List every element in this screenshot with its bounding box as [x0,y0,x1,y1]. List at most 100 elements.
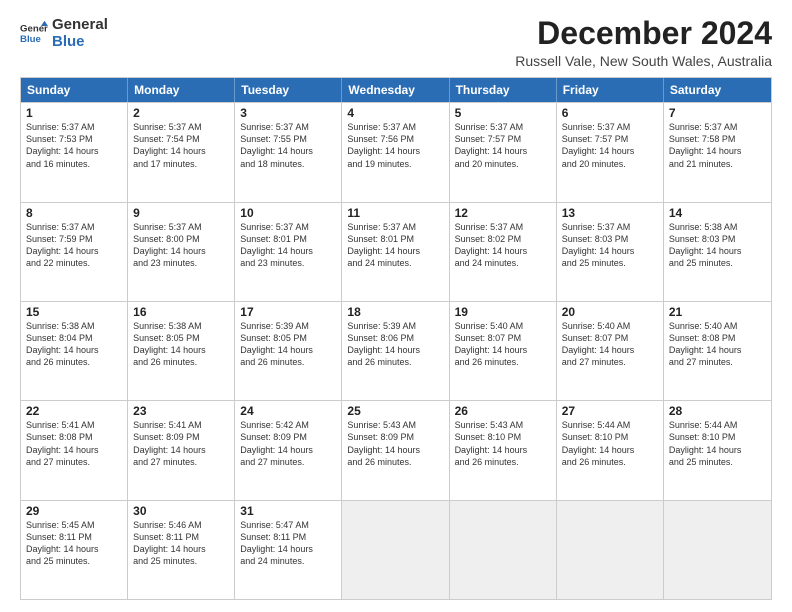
header-tuesday: Tuesday [235,78,342,102]
cell-dec17: 17 Sunrise: 5:39 AMSunset: 8:05 PMDaylig… [235,302,342,400]
cell-text: Sunrise: 5:37 AMSunset: 8:02 PMDaylight:… [455,221,551,270]
calendar-body: 1 Sunrise: 5:37 AMSunset: 7:53 PMDayligh… [21,102,771,599]
cell-text: Sunrise: 5:38 AMSunset: 8:05 PMDaylight:… [133,320,229,369]
cell-dec6: 6 Sunrise: 5:37 AMSunset: 7:57 PMDayligh… [557,103,664,201]
logo-icon: General Blue [20,19,48,47]
day-num: 24 [240,404,336,418]
day-num: 23 [133,404,229,418]
cell-dec10: 10 Sunrise: 5:37 AMSunset: 8:01 PMDaylig… [235,203,342,301]
cell-empty-2 [450,501,557,599]
calendar-header: Sunday Monday Tuesday Wednesday Thursday… [21,78,771,102]
cell-dec9: 9 Sunrise: 5:37 AMSunset: 8:00 PMDayligh… [128,203,235,301]
cell-text: Sunrise: 5:40 AMSunset: 8:07 PMDaylight:… [455,320,551,369]
cell-dec26: 26 Sunrise: 5:43 AMSunset: 8:10 PMDaylig… [450,401,557,499]
cell-dec19: 19 Sunrise: 5:40 AMSunset: 8:07 PMDaylig… [450,302,557,400]
cell-text: Sunrise: 5:41 AMSunset: 8:09 PMDaylight:… [133,419,229,468]
cell-text: Sunrise: 5:39 AMSunset: 8:06 PMDaylight:… [347,320,443,369]
cell-dec5: 5 Sunrise: 5:37 AMSunset: 7:57 PMDayligh… [450,103,557,201]
calendar: Sunday Monday Tuesday Wednesday Thursday… [20,77,772,600]
cell-text: Sunrise: 5:38 AMSunset: 8:04 PMDaylight:… [26,320,122,369]
cell-text: Sunrise: 5:39 AMSunset: 8:05 PMDaylight:… [240,320,336,369]
cell-text: Sunrise: 5:37 AMSunset: 8:01 PMDaylight:… [347,221,443,270]
day-num: 22 [26,404,122,418]
cell-text: Sunrise: 5:43 AMSunset: 8:09 PMDaylight:… [347,419,443,468]
cell-text: Sunrise: 5:46 AMSunset: 8:11 PMDaylight:… [133,519,229,568]
cell-text: Sunrise: 5:37 AMSunset: 7:57 PMDaylight:… [455,121,551,170]
day-num: 29 [26,504,122,518]
cell-dec25: 25 Sunrise: 5:43 AMSunset: 8:09 PMDaylig… [342,401,449,499]
cell-dec3: 3 Sunrise: 5:37 AMSunset: 7:55 PMDayligh… [235,103,342,201]
header-saturday: Saturday [664,78,771,102]
cell-text: Sunrise: 5:37 AMSunset: 8:00 PMDaylight:… [133,221,229,270]
cell-dec13: 13 Sunrise: 5:37 AMSunset: 8:03 PMDaylig… [557,203,664,301]
cell-dec22: 22 Sunrise: 5:41 AMSunset: 8:08 PMDaylig… [21,401,128,499]
cell-dec15: 15 Sunrise: 5:38 AMSunset: 8:04 PMDaylig… [21,302,128,400]
day-num: 6 [562,106,658,120]
day-num: 1 [26,106,122,120]
cal-row-3: 15 Sunrise: 5:38 AMSunset: 8:04 PMDaylig… [21,301,771,400]
month-title: December 2024 [515,16,772,51]
cell-dec7: 7 Sunrise: 5:37 AMSunset: 7:58 PMDayligh… [664,103,771,201]
cell-dec18: 18 Sunrise: 5:39 AMSunset: 8:06 PMDaylig… [342,302,449,400]
cell-dec16: 16 Sunrise: 5:38 AMSunset: 8:05 PMDaylig… [128,302,235,400]
day-num: 10 [240,206,336,220]
logo: General Blue General Blue [20,16,108,51]
day-num: 13 [562,206,658,220]
day-num: 18 [347,305,443,319]
cell-dec1: 1 Sunrise: 5:37 AMSunset: 7:53 PMDayligh… [21,103,128,201]
page: General Blue General Blue December 2024 … [0,0,792,612]
cell-text: Sunrise: 5:37 AMSunset: 7:56 PMDaylight:… [347,121,443,170]
day-num: 27 [562,404,658,418]
day-num: 12 [455,206,551,220]
day-num: 7 [669,106,766,120]
day-num: 31 [240,504,336,518]
cell-dec24: 24 Sunrise: 5:42 AMSunset: 8:09 PMDaylig… [235,401,342,499]
cell-dec8: 8 Sunrise: 5:37 AMSunset: 7:59 PMDayligh… [21,203,128,301]
cell-text: Sunrise: 5:45 AMSunset: 8:11 PMDaylight:… [26,519,122,568]
cell-dec12: 12 Sunrise: 5:37 AMSunset: 8:02 PMDaylig… [450,203,557,301]
logo-blue: Blue [52,33,108,50]
cell-text: Sunrise: 5:37 AMSunset: 7:59 PMDaylight:… [26,221,122,270]
header: General Blue General Blue December 2024 … [20,16,772,69]
cell-dec20: 20 Sunrise: 5:40 AMSunset: 8:07 PMDaylig… [557,302,664,400]
cell-dec2: 2 Sunrise: 5:37 AMSunset: 7:54 PMDayligh… [128,103,235,201]
logo-general: General [52,16,108,33]
day-num: 30 [133,504,229,518]
header-monday: Monday [128,78,235,102]
cell-dec30: 30 Sunrise: 5:46 AMSunset: 8:11 PMDaylig… [128,501,235,599]
day-num: 26 [455,404,551,418]
day-num: 20 [562,305,658,319]
header-sunday: Sunday [21,78,128,102]
cal-row-5: 29 Sunrise: 5:45 AMSunset: 8:11 PMDaylig… [21,500,771,599]
cell-text: Sunrise: 5:44 AMSunset: 8:10 PMDaylight:… [562,419,658,468]
svg-text:Blue: Blue [20,34,41,45]
day-num: 21 [669,305,766,319]
day-num: 3 [240,106,336,120]
day-num: 15 [26,305,122,319]
day-num: 25 [347,404,443,418]
day-num: 16 [133,305,229,319]
day-num: 4 [347,106,443,120]
cal-row-4: 22 Sunrise: 5:41 AMSunset: 8:08 PMDaylig… [21,400,771,499]
cell-text: Sunrise: 5:41 AMSunset: 8:08 PMDaylight:… [26,419,122,468]
cal-row-2: 8 Sunrise: 5:37 AMSunset: 7:59 PMDayligh… [21,202,771,301]
cell-text: Sunrise: 5:40 AMSunset: 8:08 PMDaylight:… [669,320,766,369]
cell-text: Sunrise: 5:38 AMSunset: 8:03 PMDaylight:… [669,221,766,270]
cell-empty-1 [342,501,449,599]
cell-dec21: 21 Sunrise: 5:40 AMSunset: 8:08 PMDaylig… [664,302,771,400]
day-num: 2 [133,106,229,120]
cell-empty-4 [664,501,771,599]
day-num: 28 [669,404,766,418]
location: Russell Vale, New South Wales, Australia [515,53,772,69]
day-num: 17 [240,305,336,319]
day-num: 8 [26,206,122,220]
day-num: 14 [669,206,766,220]
cell-text: Sunrise: 5:42 AMSunset: 8:09 PMDaylight:… [240,419,336,468]
cell-text: Sunrise: 5:37 AMSunset: 7:55 PMDaylight:… [240,121,336,170]
header-thursday: Thursday [450,78,557,102]
cell-empty-3 [557,501,664,599]
cell-text: Sunrise: 5:47 AMSunset: 8:11 PMDaylight:… [240,519,336,568]
cell-text: Sunrise: 5:40 AMSunset: 8:07 PMDaylight:… [562,320,658,369]
cell-dec11: 11 Sunrise: 5:37 AMSunset: 8:01 PMDaylig… [342,203,449,301]
cell-dec23: 23 Sunrise: 5:41 AMSunset: 8:09 PMDaylig… [128,401,235,499]
